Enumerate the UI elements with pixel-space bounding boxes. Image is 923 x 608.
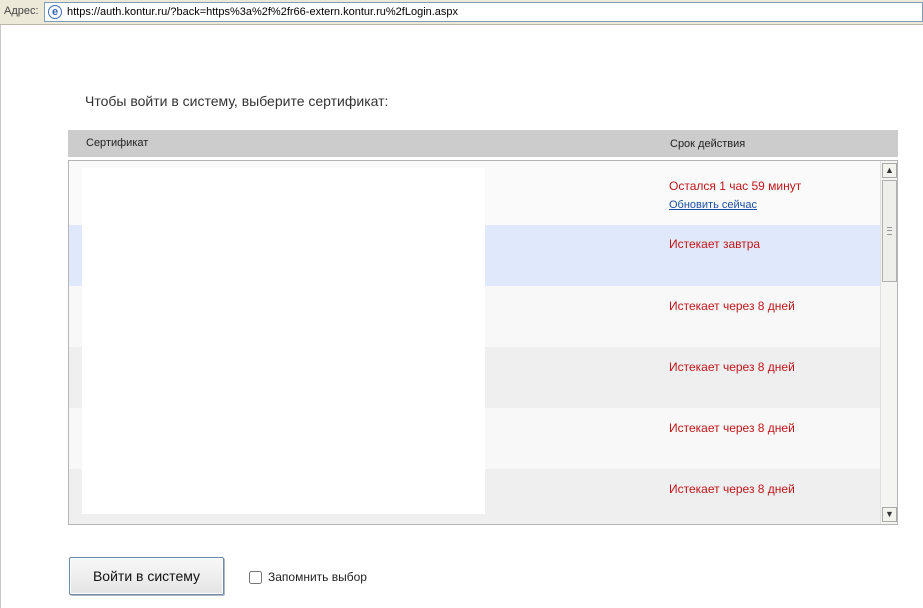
scroll-down-arrow-icon[interactable]: ▼ — [882, 507, 897, 522]
validity-status: Истекает через 8 дней — [669, 360, 795, 374]
scroll-up-arrow-icon[interactable]: ▲ — [882, 163, 897, 178]
column-header-certificate: Сертификат — [86, 137, 149, 149]
address-url[interactable]: https://auth.kontur.ru/?back=https%3a%2f… — [67, 6, 458, 18]
certificate-names-redacted — [82, 168, 485, 514]
validity-status: Истекает через 8 дней — [669, 299, 795, 313]
scroll-grip-icon — [887, 227, 892, 235]
address-bar: Адрес: e https://auth.kontur.ru/?back=ht… — [0, 0, 923, 25]
validity-status: Остался 1 час 59 минут — [669, 179, 802, 193]
scroll-thumb[interactable] — [882, 180, 897, 282]
table-header: Сертификат Срок действия — [68, 130, 898, 157]
login-button[interactable]: Войти в систему — [69, 557, 224, 595]
ie-page-icon: e — [48, 5, 62, 19]
list-scrollbar[interactable]: ▲ ▼ — [880, 161, 897, 524]
validity-status: Истекает через 8 дней — [669, 482, 795, 496]
address-field[interactable]: e https://auth.kontur.ru/?back=https%3a%… — [44, 2, 923, 22]
certificate-list[interactable]: Остался 1 час 59 минут Обновить сейчас И… — [68, 160, 898, 525]
address-label: Адрес: — [4, 5, 39, 17]
page-prompt: Чтобы войти в систему, выберите сертифик… — [85, 93, 389, 109]
column-header-validity: Срок действия — [670, 138, 746, 150]
renew-now-link[interactable]: Обновить сейчас — [669, 199, 757, 211]
remember-checkbox[interactable] — [249, 571, 262, 584]
validity-status: Истекает завтра — [669, 237, 761, 251]
validity-status: Истекает через 8 дней — [669, 421, 795, 435]
remember-label: Запомнить выбор — [268, 570, 367, 584]
